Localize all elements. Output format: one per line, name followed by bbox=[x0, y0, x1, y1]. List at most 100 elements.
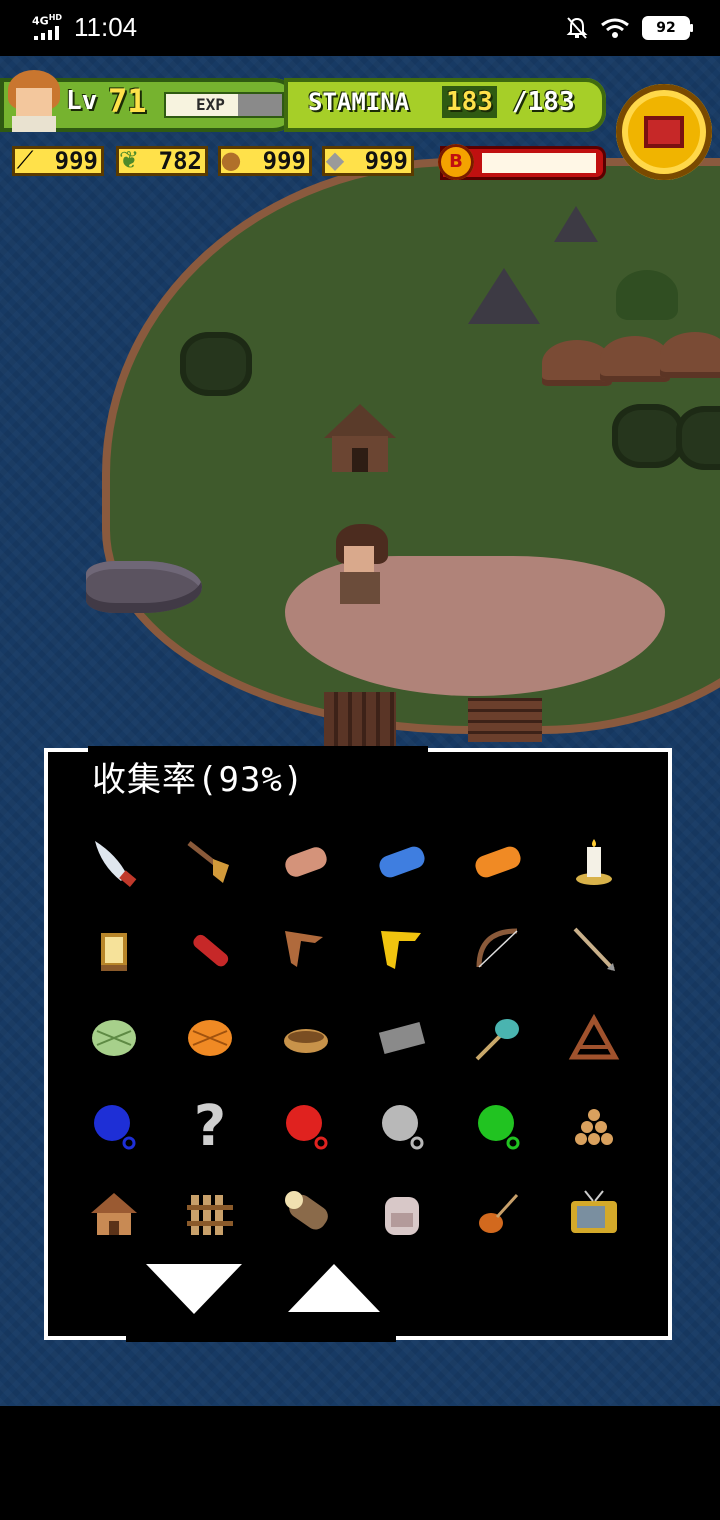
collection-slot[interactable] bbox=[66, 994, 162, 1082]
basket-icon bbox=[279, 1011, 333, 1065]
page-down-button[interactable] bbox=[146, 1264, 242, 1314]
resource-value: 999 bbox=[262, 147, 306, 175]
stamina-label: STAMINA bbox=[308, 88, 410, 116]
log-icon bbox=[279, 835, 333, 889]
bug-net-icon bbox=[471, 1011, 525, 1065]
clock: 11:04 bbox=[74, 12, 138, 42]
green-net-icon bbox=[87, 1011, 141, 1065]
signal-icon bbox=[34, 26, 59, 40]
collection-slot[interactable] bbox=[66, 1170, 162, 1258]
stamina-current: 183 bbox=[442, 86, 497, 118]
collection-slot[interactable] bbox=[66, 1082, 162, 1170]
arrow-icon bbox=[567, 923, 621, 977]
boomerang-icon bbox=[279, 923, 333, 977]
player-avatar-icon[interactable] bbox=[6, 70, 62, 132]
collection-slot[interactable] bbox=[162, 1170, 258, 1258]
collection-slot[interactable] bbox=[258, 1082, 354, 1170]
flashlight-icon bbox=[183, 923, 237, 977]
bow-icon bbox=[471, 923, 525, 977]
wood-log-icon bbox=[279, 1187, 333, 1241]
level-value: 71 bbox=[108, 82, 147, 120]
violin-icon bbox=[471, 1187, 525, 1241]
blue-ball-icon bbox=[87, 1099, 141, 1153]
resource-leaves: ❦ 782 bbox=[116, 146, 208, 176]
leaf-icon: ❦ bbox=[118, 146, 140, 174]
collection-slot[interactable] bbox=[258, 818, 354, 906]
exp-label: EXP bbox=[196, 95, 225, 114]
backpack-icon bbox=[375, 1187, 429, 1241]
resource-wood: ⟋ 999 bbox=[12, 146, 104, 176]
resource-value: 999 bbox=[364, 147, 408, 175]
item-grid: ? bbox=[66, 818, 654, 1258]
bottom-area bbox=[0, 1406, 720, 1520]
hand-drill-icon bbox=[183, 835, 237, 889]
banana-boomerang-icon bbox=[375, 923, 429, 977]
unknown-item-icon: ? bbox=[193, 1093, 227, 1159]
battery-indicator: 92 bbox=[642, 16, 693, 40]
rock bbox=[468, 268, 540, 324]
hut[interactable] bbox=[324, 404, 396, 474]
collection-slot[interactable] bbox=[354, 818, 450, 906]
collection-slot[interactable] bbox=[162, 994, 258, 1082]
lantern-icon bbox=[87, 923, 141, 977]
stamina-max: /183 bbox=[512, 87, 575, 117]
chest-icon bbox=[644, 116, 684, 148]
orange-fabric-icon bbox=[471, 835, 525, 889]
collection-slot[interactable] bbox=[450, 818, 546, 906]
collection-slot[interactable] bbox=[546, 818, 642, 906]
status-icons: 92 bbox=[566, 12, 693, 44]
blue-fabric-icon bbox=[375, 835, 429, 889]
resource-value: 782 bbox=[158, 147, 202, 175]
bush bbox=[612, 404, 684, 468]
collection-slot[interactable] bbox=[258, 994, 354, 1082]
bush bbox=[180, 332, 252, 396]
network-indicator: 4GHD bbox=[32, 12, 62, 27]
rock bbox=[554, 206, 598, 242]
network-hd: HD bbox=[48, 13, 63, 22]
exp-bar: EXP bbox=[164, 92, 284, 118]
collection-slot[interactable] bbox=[354, 906, 450, 994]
orange-net-icon bbox=[183, 1011, 237, 1065]
gray-ball-icon bbox=[375, 1099, 429, 1153]
stone-block-icon bbox=[375, 1011, 429, 1065]
treasure-chest-button[interactable] bbox=[616, 84, 712, 180]
candle-icon bbox=[567, 835, 621, 889]
collection-slot[interactable] bbox=[546, 906, 642, 994]
wooden-crate bbox=[468, 698, 542, 742]
collection-slot[interactable] bbox=[162, 818, 258, 906]
collection-slot[interactable] bbox=[450, 1170, 546, 1258]
collection-slot[interactable] bbox=[66, 906, 162, 994]
collection-slot[interactable] bbox=[450, 906, 546, 994]
red-ball-icon bbox=[279, 1099, 333, 1153]
green-ball-icon bbox=[471, 1099, 525, 1153]
collection-slot[interactable] bbox=[162, 906, 258, 994]
collection-slot[interactable]: ? bbox=[162, 1082, 258, 1170]
resource-nuts: ● 999 bbox=[218, 146, 312, 176]
nut-icon: ● bbox=[220, 146, 242, 174]
level-label: Lv bbox=[66, 86, 98, 116]
wooden-dock bbox=[324, 692, 396, 752]
bush bbox=[676, 406, 720, 470]
palm-tree bbox=[616, 270, 678, 320]
wood-fence-icon bbox=[183, 1187, 237, 1241]
collection-slot[interactable] bbox=[66, 818, 162, 906]
boss-bar bbox=[482, 153, 596, 173]
collection-slot[interactable] bbox=[354, 1170, 450, 1258]
collection-slot[interactable] bbox=[258, 906, 354, 994]
collection-slot[interactable] bbox=[450, 1082, 546, 1170]
collection-slot[interactable] bbox=[546, 994, 642, 1082]
collection-slot[interactable] bbox=[546, 1170, 642, 1258]
knife-icon bbox=[87, 835, 141, 889]
collection-slot[interactable] bbox=[354, 994, 450, 1082]
boss-badge: B bbox=[438, 144, 474, 180]
page-up-button[interactable] bbox=[288, 1264, 380, 1312]
collection-slot[interactable] bbox=[354, 1082, 450, 1170]
boat[interactable] bbox=[86, 561, 202, 613]
player-character bbox=[334, 524, 390, 608]
collection-slot[interactable] bbox=[450, 994, 546, 1082]
collection-slot[interactable] bbox=[546, 1082, 642, 1170]
collection-slot[interactable] bbox=[258, 1170, 354, 1258]
firewood-stack-icon bbox=[567, 1099, 621, 1153]
stone-icon: ◆ bbox=[325, 146, 345, 174]
mute-bell-icon bbox=[566, 17, 588, 39]
